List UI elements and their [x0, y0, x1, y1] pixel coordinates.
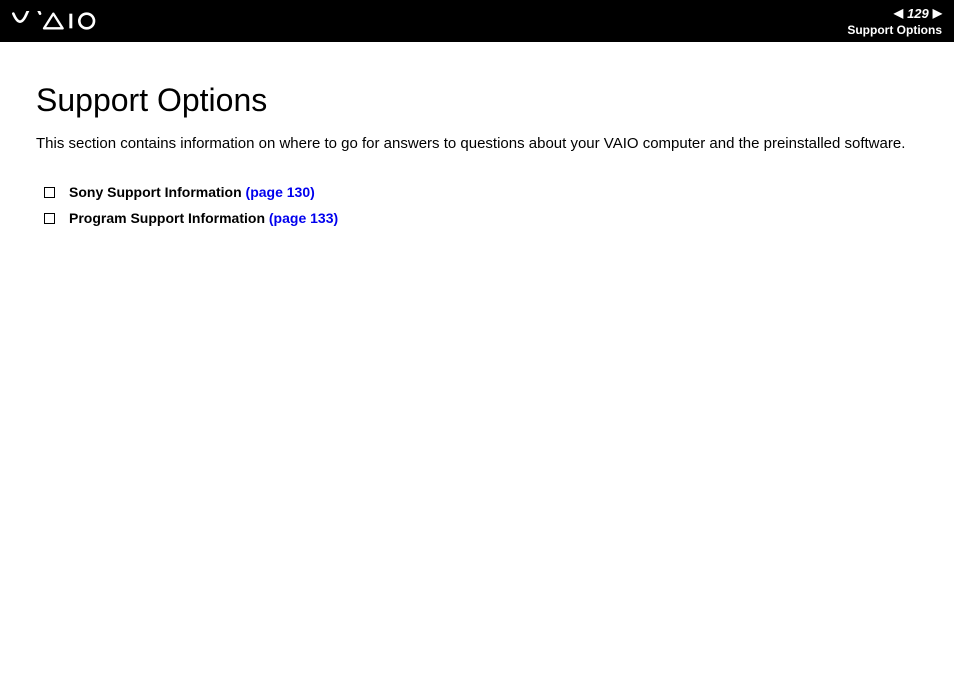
link-label: Program Support Information	[69, 210, 265, 226]
bullet-icon	[44, 213, 55, 224]
page-title: Support Options	[36, 82, 918, 119]
page-reference-link[interactable]: (page 133)	[269, 210, 338, 226]
vaio-logo-svg	[12, 11, 105, 31]
page-number: 129	[907, 6, 929, 21]
header-right: ◀ 129 ▶ Support Options	[847, 6, 942, 37]
next-page-arrow-icon[interactable]: ▶	[933, 6, 942, 20]
bullet-icon	[44, 187, 55, 198]
header-bar: ◀ 129 ▶ Support Options	[0, 0, 954, 42]
list-item-content: Program Support Information (page 133)	[69, 210, 338, 226]
intro-paragraph: This section contains information on whe…	[36, 133, 918, 154]
vaio-logo	[12, 11, 105, 31]
list-item: Program Support Information (page 133)	[44, 210, 918, 226]
page-navigation: ◀ 129 ▶	[894, 6, 942, 21]
page-reference-link[interactable]: (page 130)	[246, 184, 315, 200]
prev-page-arrow-icon[interactable]: ◀	[894, 6, 903, 20]
link-label: Sony Support Information	[69, 184, 242, 200]
content-area: Support Options This section contains in…	[0, 42, 954, 276]
list-item: Sony Support Information (page 130)	[44, 184, 918, 200]
header-section-label: Support Options	[847, 23, 942, 37]
support-links-list: Sony Support Information (page 130) Prog…	[36, 184, 918, 226]
list-item-content: Sony Support Information (page 130)	[69, 184, 315, 200]
